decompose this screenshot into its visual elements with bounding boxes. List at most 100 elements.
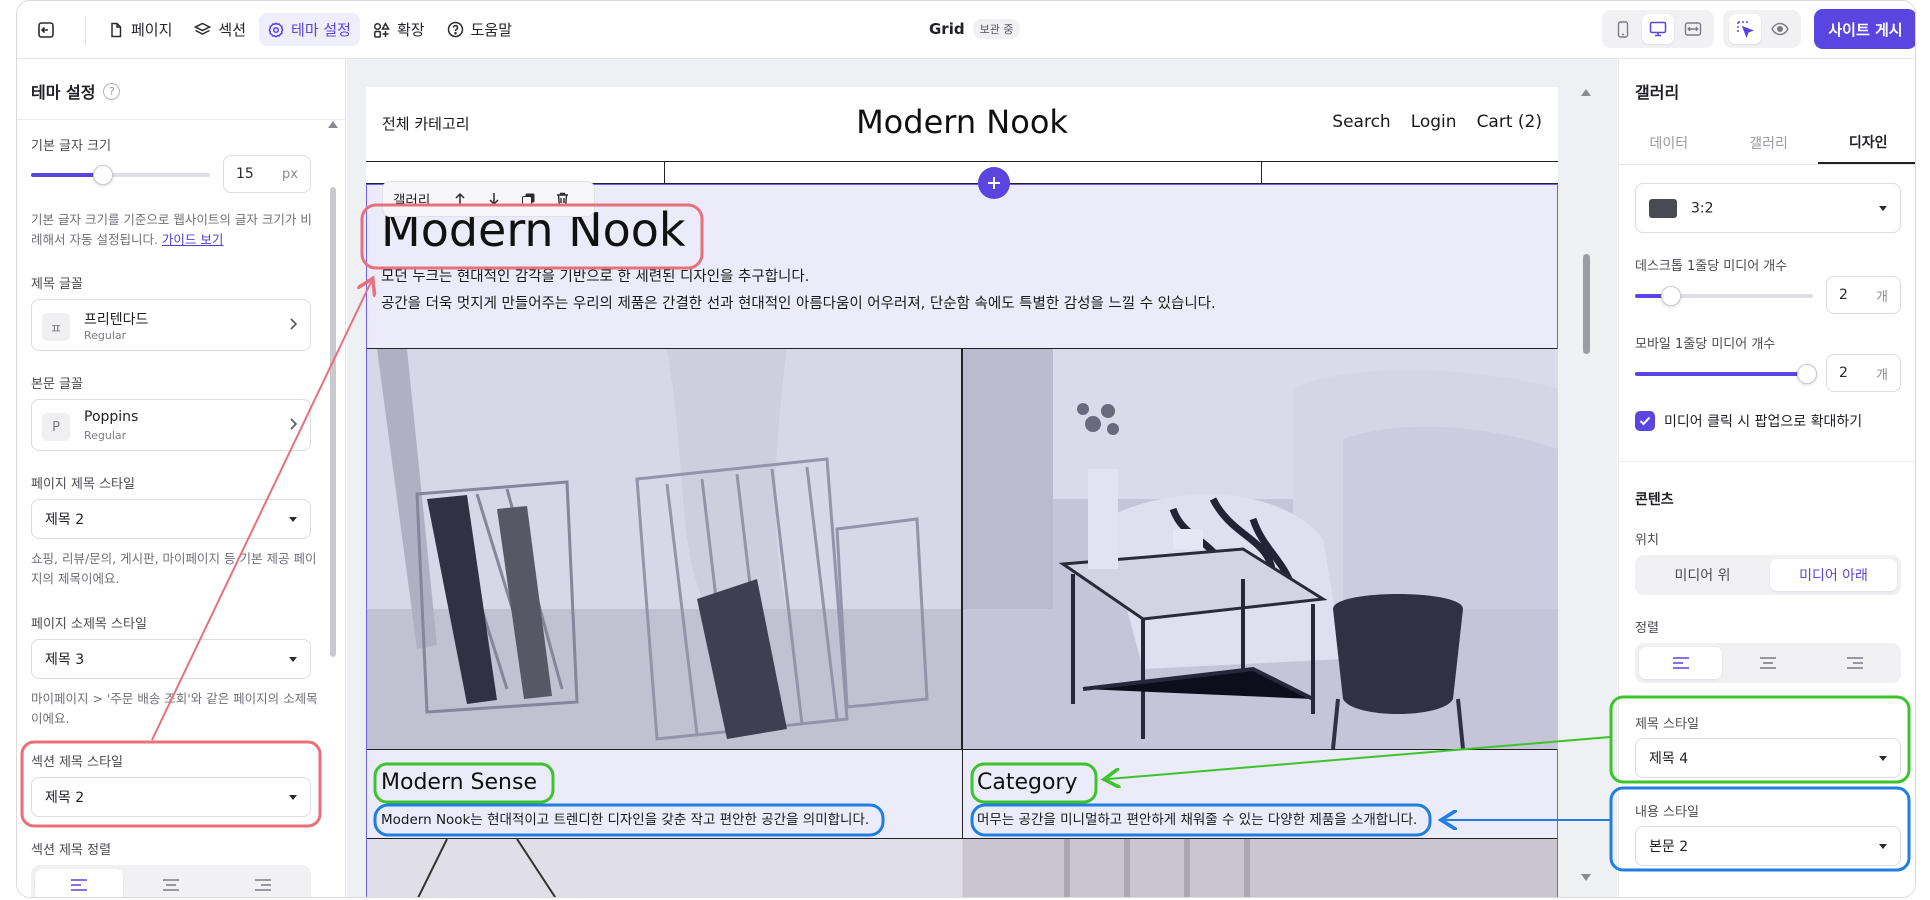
base-font-size-slider[interactable] (31, 165, 210, 185)
nav-sections[interactable]: 섹션 (185, 13, 255, 46)
scroll-up-arrow-icon[interactable] (1581, 89, 1591, 96)
position-group: 미디어 위 미디어 아래 (1635, 555, 1901, 595)
title-font-selector[interactable]: ㅍ 프리텐다드 Regular (31, 299, 311, 351)
move-up-button[interactable] (446, 186, 474, 212)
page-subtitle-style-select[interactable]: 제목 3 (31, 639, 311, 679)
exit-button[interactable] (29, 13, 63, 47)
page-title-style-label: 페이지 제목 스타일 (31, 477, 135, 492)
topbar-nav: 페이지 섹션 테마 설정 확장 도움말 (99, 13, 521, 46)
align-left-button[interactable] (1639, 647, 1723, 679)
file-icon (111, 22, 122, 37)
slider-fill (1635, 372, 1813, 376)
popup-checkbox[interactable] (1635, 411, 1655, 431)
login-link[interactable]: Login (1411, 112, 1457, 132)
mobile-per-row-input[interactable]: 2 개 (1826, 354, 1901, 392)
nav-theme-settings[interactable]: 테마 설정 (259, 13, 360, 46)
scroll-down-arrow-icon[interactable] (1581, 874, 1591, 881)
align-left-button[interactable] (35, 869, 123, 897)
gallery-item-text[interactable]: 머무는 공간을 미니멀하고 편안하게 채워줄 수 있는 다양한 제품을 소개합니… (977, 808, 1417, 828)
desktop-per-row-label: 데스크톱 1줄당 미디어 개수 (1635, 259, 1788, 274)
nav-pages-label: 페이지 (131, 21, 173, 39)
nav-extensions[interactable]: 확장 (364, 13, 434, 46)
nav-pages[interactable]: 페이지 (99, 13, 181, 46)
align-right-icon (255, 879, 271, 891)
align-left-icon (1672, 657, 1689, 669)
align-center-button[interactable] (1726, 647, 1809, 679)
arrow-up-icon (455, 192, 465, 205)
content-style-value: 본문 2 (1649, 839, 1689, 855)
slider-handle[interactable] (1661, 286, 1681, 306)
fit-view-button[interactable] (1677, 14, 1709, 44)
base-font-size-help: 기본 글자 크기를 기준으로 웹사이트의 글자 크기가 비례해서 자동 설정됩니… (31, 210, 321, 250)
move-down-button[interactable] (480, 186, 508, 212)
gallery-item-title[interactable]: Category (977, 770, 1078, 795)
search-link[interactable]: Search (1332, 112, 1390, 132)
popup-checkbox-row[interactable]: 미디어 클릭 시 팝업으로 확대하기 (1635, 411, 1862, 431)
mobile-per-row-value: 2 (1839, 365, 1848, 381)
gallery-image-magazine-rack[interactable] (367, 349, 962, 749)
trash-icon (556, 192, 568, 206)
media-ratio-select[interactable]: 3:2 (1635, 183, 1901, 233)
section-title-align-group (31, 865, 311, 897)
next-row-images (367, 838, 1557, 897)
publish-button[interactable]: 사이트 게시 (1814, 9, 1915, 49)
slider-handle[interactable] (1797, 364, 1817, 384)
delete-button[interactable] (548, 186, 576, 212)
select-tool-button[interactable] (1728, 14, 1761, 44)
gallery-item-text[interactable]: Modern Nook는 현대적이고 트렌디한 디자인을 갖춘 작고 편안한 공… (381, 808, 869, 828)
nav-help[interactable]: 도움말 (438, 13, 521, 46)
caret-down-icon (1879, 755, 1887, 761)
base-font-size-label: 기본 글자 크기 (31, 139, 112, 154)
arrow-down-icon (489, 193, 499, 206)
base-font-size-input[interactable]: 15 px (223, 155, 311, 193)
desktop-per-row-slider[interactable] (1635, 286, 1813, 306)
desktop-per-row-input[interactable]: 2 개 (1826, 276, 1901, 314)
align-center-button[interactable] (127, 869, 215, 897)
slider-handle[interactable] (93, 165, 113, 185)
desktop-view-button[interactable] (1641, 14, 1674, 44)
gallery-image-living-room[interactable] (963, 349, 1558, 749)
help-icon[interactable]: ? (103, 82, 121, 100)
align-right-button[interactable] (219, 869, 307, 897)
site-name-group: Grid 보관 중 (929, 19, 1021, 39)
nav-help-label: 도움말 (470, 21, 512, 39)
duplicate-button[interactable] (514, 186, 542, 212)
title-font-weight: Regular (84, 329, 127, 342)
section-title-style-select[interactable]: 제목 2 (31, 777, 311, 817)
title-style-select[interactable]: 제목 4 (1635, 738, 1901, 778)
panel-tabs: 데이터 갤러리 디자인 (1619, 121, 1915, 165)
cart-link[interactable]: Cart (2) (1477, 112, 1542, 132)
mobile-view-button[interactable] (1607, 14, 1639, 44)
device-switcher (1602, 10, 1714, 48)
content-style-select[interactable]: 본문 2 (1635, 826, 1901, 866)
check-icon (1639, 416, 1651, 426)
gallery-item-title[interactable]: Modern Sense (381, 770, 537, 795)
unit-label: 개 (1876, 289, 1888, 305)
unit-label: px (282, 166, 298, 182)
add-section-button[interactable] (978, 167, 1010, 199)
align-right-icon (1847, 657, 1864, 669)
scroll-up-arrow-icon[interactable] (328, 121, 338, 128)
panel-divider (1619, 461, 1915, 462)
position-above-media[interactable]: 미디어 위 (1639, 559, 1766, 591)
tab-gallery[interactable]: 갤러리 (1719, 121, 1819, 164)
tab-data[interactable]: 데이터 (1619, 121, 1719, 164)
panel-title: 테마 설정 (31, 83, 96, 102)
section-description[interactable]: 모던 누크는 현대적인 감각을 기반으로 한 세련된 디자인을 추구합니다. 공… (381, 264, 1216, 318)
tab-design[interactable]: 디자인 (1818, 121, 1915, 164)
page-title-style-value: 제목 2 (45, 512, 85, 528)
guide-link[interactable]: 가이드 보기 (162, 232, 223, 247)
panel-scrollbar[interactable] (330, 187, 336, 657)
section-toolbar: 갤러리 (382, 181, 595, 217)
app-window: 페이지 섹션 테마 설정 확장 도움말 Grid 보관 중 사이트 게시 테마 … (16, 0, 1916, 898)
preview-button[interactable] (1764, 14, 1796, 44)
mobile-per-row-slider[interactable] (1635, 364, 1817, 384)
canvas-scrollbar[interactable] (1583, 254, 1590, 354)
layers-icon (194, 22, 212, 35)
page-title-style-select[interactable]: 제목 2 (31, 499, 311, 539)
align-right-button[interactable] (1814, 647, 1897, 679)
caret-down-icon (1879, 843, 1887, 849)
body-font-selector[interactable]: P Poppins Regular (31, 399, 311, 451)
position-below-media[interactable]: 미디어 아래 (1770, 559, 1897, 591)
gallery-section[interactable]: Modern Nook 모던 누크는 현대적인 감각을 기반으로 한 세련된 디… (366, 184, 1558, 897)
